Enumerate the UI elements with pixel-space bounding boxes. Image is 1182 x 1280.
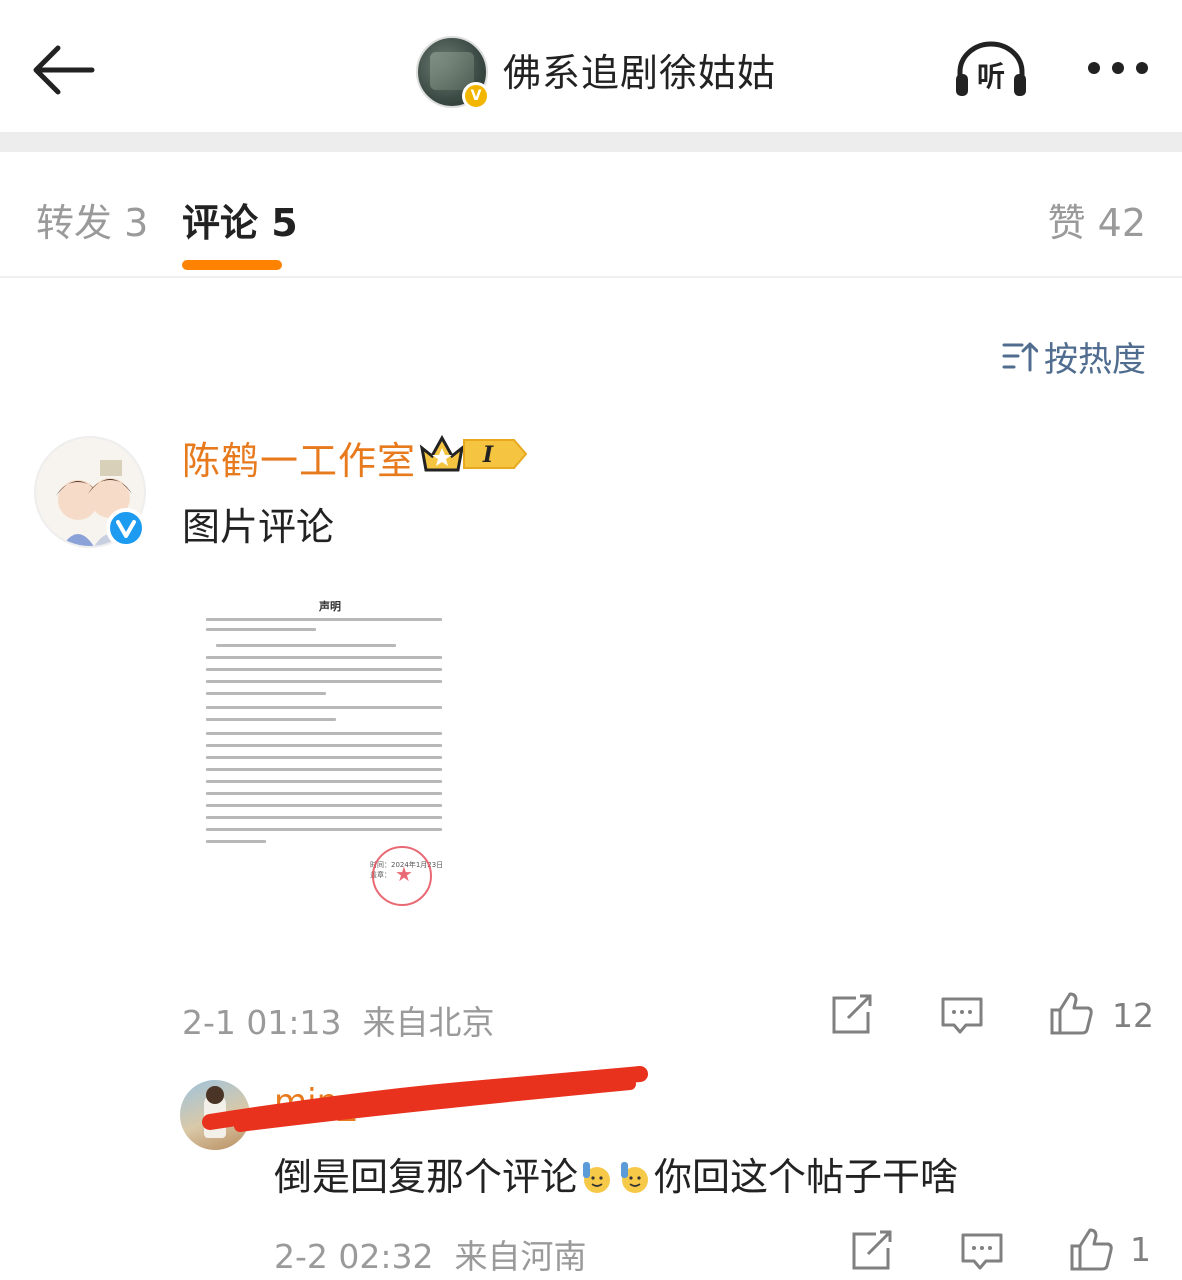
poster-name[interactable]: 佛系追剧徐姑姑 — [503, 42, 776, 97]
raising-hand-emoji-icon — [621, 1162, 649, 1193]
tab-likes[interactable]: 赞 42 — [1048, 192, 1146, 247]
section-divider — [0, 132, 1182, 152]
red-redaction-scribble — [202, 1066, 648, 1132]
tab-bar: 转发 3 评论 5 赞 42 — [0, 152, 1182, 278]
tab-comments[interactable]: 评论 5 — [182, 192, 298, 247]
document-title: 声明 — [319, 600, 341, 613]
like-thumb-icon[interactable] — [1048, 990, 1094, 1036]
more-options-icon[interactable] — [1082, 50, 1154, 86]
comment-text: 图片评论 — [182, 505, 335, 549]
top-bar: V 佛系追剧徐姑姑 听 — [0, 0, 1182, 132]
verified-blue-badge-icon — [106, 508, 146, 548]
tab-reposts[interactable]: 转发 3 — [36, 192, 148, 247]
official-seal-stamp: ★ — [372, 846, 432, 906]
comment-image-attachment[interactable]: 声明 时间：2024年1月23日 盖章： ★ — [196, 592, 464, 940]
listen-headphone-icon[interactable]: 听 — [952, 38, 1030, 100]
share-icon[interactable] — [850, 1230, 894, 1272]
comment-timestamp: 2-1 01:13 来自北京 — [182, 1003, 495, 1042]
raising-hand-emoji-icon — [583, 1162, 611, 1193]
like-thumb-icon[interactable] — [1068, 1226, 1114, 1272]
share-icon[interactable] — [830, 994, 874, 1036]
reply-comment-icon[interactable] — [940, 996, 984, 1036]
sort-label: 按热度 — [1044, 339, 1146, 380]
like-count: 12 — [1112, 996, 1154, 1035]
sort-toggle[interactable]: 按热度 — [1002, 334, 1146, 380]
reply-like-count: 1 — [1130, 1230, 1151, 1269]
listen-label: 听 — [977, 60, 1005, 93]
reply-timestamp: 2-2 02:32 来自河南 — [274, 1237, 587, 1276]
reply-text: 倒是回复那个评论 你回这个帖子干啥 — [274, 1155, 959, 1199]
reply-comment-icon[interactable] — [960, 1232, 1004, 1272]
active-tab-indicator — [182, 260, 282, 270]
sort-icon — [1002, 342, 1038, 372]
verified-badge-icon: V — [462, 82, 490, 110]
commenter-name[interactable]: 陈鹤一工作室 — [182, 430, 416, 485]
back-arrow-icon[interactable] — [28, 38, 98, 102]
level-label: I — [482, 442, 494, 468]
vip-crown-badge-icon: I — [419, 434, 528, 472]
